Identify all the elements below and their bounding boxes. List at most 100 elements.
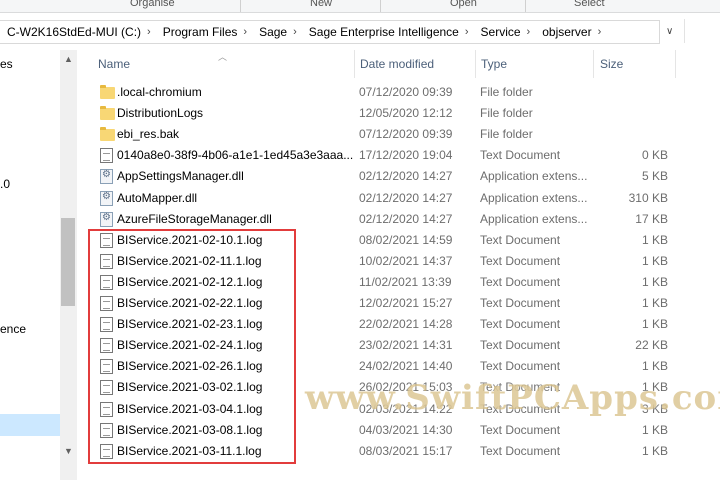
breadcrumb-drive[interactable]: C-W2K16StdEd-MUI (C:) [0, 25, 143, 39]
file-size: 1 KB [641, 232, 668, 247]
breadcrumb-sage[interactable]: Sage [251, 25, 289, 39]
file-size: 1 KB [641, 359, 668, 374]
dll-icon [100, 190, 113, 206]
file-row[interactable]: AzureFileStorageManager.dll 02/12/2020 14… [80, 209, 720, 230]
file-date-modified: 02/12/2020 14:27 [359, 190, 453, 205]
file-date-modified: 12/05/2020 12:12 [359, 106, 453, 121]
address-history-dropdown-icon[interactable]: ∨ [666, 26, 676, 38]
folder-icon [100, 85, 115, 99]
dll-icon [100, 169, 113, 185]
ribbon-group-new: New [310, 0, 333, 9]
file-type: File folder [480, 106, 533, 121]
file-type: File folder [480, 85, 533, 99]
file-row[interactable]: .local-chromium 07/12/2020 09:39 File fold… [80, 82, 720, 103]
address-bar[interactable]: C-W2K16StdEd-MUI (C:) › Program Files › … [0, 20, 660, 44]
column-header-size[interactable]: Size [594, 50, 676, 78]
file-type: Text Document [480, 443, 561, 458]
file-size: 1 KB [641, 253, 668, 268]
chevron-right-icon[interactable]: › [461, 26, 473, 38]
file-date-modified: 04/03/2021 14:30 [359, 422, 453, 437]
file-name: AutoMapper.dll [117, 190, 198, 205]
file-date-modified: 07/12/2020 09:39 [359, 85, 453, 99]
refresh-button[interactable] [684, 19, 719, 43]
file-date-modified: 24/02/2021 14:40 [359, 359, 453, 374]
file-type: File folder [480, 127, 533, 142]
file-row[interactable]: 0140a8e0-38f9-4b06-a1e1-1ed45a3e3aaa... 1… [80, 145, 720, 166]
scroll-down-arrow-icon[interactable]: ▼ [64, 446, 73, 456]
file-name: AppSettingsManager.dll [117, 169, 244, 184]
file-type: Text Document [480, 253, 561, 268]
file-size: 1 KB [641, 274, 668, 289]
highlight-box [88, 229, 296, 464]
folder-icon [100, 106, 115, 121]
dll-icon [100, 211, 113, 227]
file-date-modified: 08/02/2021 14:59 [359, 232, 453, 247]
column-header-type[interactable]: Type [475, 50, 594, 78]
file-name: .local-chromium [117, 85, 202, 99]
nav-item-selected[interactable] [0, 414, 60, 436]
file-size: 22 KB [635, 338, 668, 353]
breadcrumb-objserver[interactable]: objserver [534, 25, 593, 39]
file-type: Text Document [480, 317, 561, 332]
chevron-right-icon[interactable]: › [239, 26, 251, 38]
file-date-modified: 23/02/2021 14:31 [359, 338, 453, 353]
file-type: Text Document [480, 359, 561, 374]
chevron-right-icon[interactable]: › [523, 26, 535, 38]
column-header-date-modified[interactable]: Date modified [354, 50, 476, 78]
navigation-pane: es .0 ence ▲ ▼ [0, 50, 79, 480]
file-type: Text Document [480, 148, 561, 163]
file-row[interactable]: AppSettingsManager.dll 02/12/2020 14:27 Ap… [80, 166, 720, 187]
file-size: 1 KB [641, 317, 668, 332]
file-row[interactable]: DistributionLogs 12/05/2020 12:12 File fol… [80, 103, 720, 124]
file-date-modified: 02/12/2020 14:27 [359, 169, 453, 184]
file-date-modified: 10/02/2021 14:37 [359, 253, 453, 268]
file-size: 5 KB [641, 169, 668, 184]
file-date-modified: 22/02/2021 14:28 [359, 317, 453, 332]
file-size [594, 82, 668, 103]
file-size: 310 KB [628, 190, 668, 205]
file-size [594, 103, 668, 124]
scroll-up-arrow-icon[interactable]: ▲ [64, 54, 73, 64]
ribbon-groups: Organise New Open Select [0, 0, 720, 13]
text-document-icon [100, 148, 113, 164]
file-name: AzureFileStorageManager.dll [117, 211, 272, 226]
file-date-modified: 12/02/2021 15:27 [359, 296, 453, 310]
scrollbar-thumb[interactable] [61, 218, 75, 306]
breadcrumb-sage-enterprise-intelligence[interactable]: Sage Enterprise Intelligence [301, 25, 461, 39]
nav-item[interactable]: .0 [0, 177, 10, 191]
file-row[interactable]: ebi_res.bak 07/12/2020 09:39 File folder [80, 124, 720, 145]
file-size: 17 KB [635, 211, 668, 226]
nav-item[interactable]: es [0, 57, 13, 71]
file-type: Application extens... [480, 190, 588, 205]
file-name: DistributionLogs [117, 106, 204, 121]
file-type: Text Document [480, 296, 561, 310]
watermark: www.SwiftPCApps.com [305, 378, 720, 418]
file-type: Text Document [480, 232, 561, 247]
file-type: Text Document [480, 338, 561, 353]
column-header-name[interactable]: Name [92, 50, 355, 78]
file-date-modified: 17/12/2020 19:04 [359, 148, 453, 163]
file-size: 1 KB [641, 296, 668, 310]
file-name: ebi_res.bak [117, 127, 180, 142]
breadcrumb-service[interactable]: Service [473, 25, 523, 39]
ribbon-divider [380, 0, 381, 12]
chevron-right-icon[interactable]: › [143, 26, 155, 38]
file-size: 1 KB [641, 443, 668, 458]
file-date-modified: 07/12/2020 09:39 [359, 127, 453, 142]
ribbon-group-organise: Organise [130, 0, 175, 9]
chevron-right-icon[interactable]: › [594, 26, 606, 38]
ribbon-divider [525, 0, 526, 12]
file-date-modified: 08/03/2021 15:17 [359, 443, 453, 458]
file-date-modified: 11/02/2021 13:39 [359, 274, 452, 289]
file-type: Application extens... [480, 211, 588, 226]
file-type: Text Document [480, 422, 561, 437]
breadcrumb-program-files[interactable]: Program Files [155, 25, 240, 39]
nav-scrollbar[interactable]: ▲ ▼ [60, 50, 77, 480]
ribbon-divider [240, 0, 241, 12]
nav-item[interactable]: ence [0, 322, 26, 336]
file-date-modified: 02/12/2020 14:27 [359, 211, 453, 226]
chevron-right-icon[interactable]: › [289, 26, 301, 38]
folder-icon [100, 127, 115, 142]
file-type: Text Document [480, 274, 561, 289]
file-row[interactable]: AutoMapper.dll 02/12/2020 14:27 Applicatio… [80, 188, 720, 209]
